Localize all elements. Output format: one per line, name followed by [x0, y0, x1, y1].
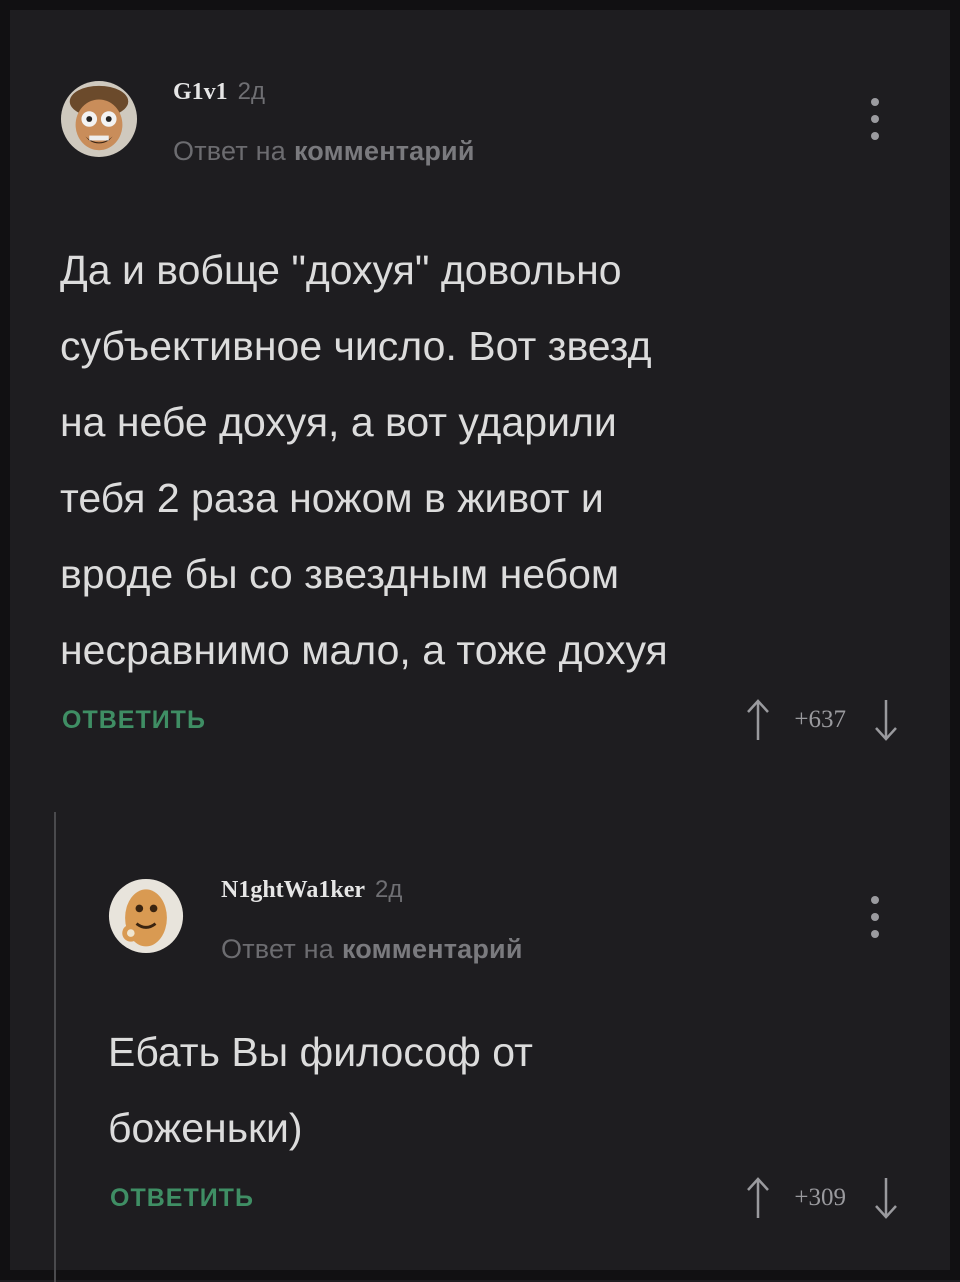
reply-button[interactable]: ОТВЕТИТЬ — [110, 1184, 254, 1213]
vote-controls: +309 — [744, 1176, 900, 1220]
username[interactable]: G1v1 2д — [173, 78, 265, 106]
comment-header: G1v1 2д Ответ на комментарий — [60, 70, 900, 180]
arrow-down-icon[interactable] — [872, 1176, 900, 1220]
reply-to-link[interactable]: комментарий — [294, 136, 475, 166]
reply-button[interactable]: ОТВЕТИТЬ — [62, 706, 206, 735]
comment-header: N1ghtWa1ker 2д Ответ на комментарий — [108, 868, 900, 978]
comment-time: 2д — [237, 78, 266, 105]
reply-to-line: Ответ на комментарий — [221, 934, 523, 965]
comment-text: Да и вобще "дохуя" довольно субъективное… — [60, 247, 668, 673]
username[interactable]: N1ghtWa1ker 2д — [221, 876, 402, 904]
comment-time: 2д — [375, 876, 403, 903]
reply-to-prefix: Ответ на — [173, 136, 286, 166]
comment-footer: ОТВЕТИТЬ +309 — [108, 1172, 900, 1232]
arrow-up-icon[interactable] — [744, 1176, 772, 1220]
username-text[interactable]: N1ghtWa1ker — [221, 877, 365, 903]
username-text[interactable]: G1v1 — [173, 79, 228, 105]
vote-controls: +637 — [744, 698, 900, 742]
user-avatar[interactable] — [60, 80, 138, 158]
arrow-down-icon[interactable] — [872, 698, 900, 742]
comment: G1v1 2д Ответ на комментарий Да и вобще "д… — [60, 70, 900, 754]
reply-to-link[interactable]: комментарий — [342, 934, 523, 964]
thread-line — [54, 812, 56, 1282]
reply-to-line: Ответ на комментарий — [173, 136, 475, 167]
comment-text: Ебать Вы философ от боженьки) — [108, 1029, 533, 1151]
user-avatar[interactable] — [108, 878, 184, 954]
more-vertical-icon[interactable] — [870, 896, 880, 944]
vote-score: +637 — [794, 706, 846, 733]
more-vertical-icon[interactable] — [870, 98, 880, 146]
comment: N1ghtWa1ker 2д Ответ на комментарий Ебать … — [108, 868, 900, 1232]
vote-score: +309 — [794, 1184, 846, 1211]
arrow-up-icon[interactable] — [744, 698, 772, 742]
reply-to-prefix: Ответ на — [221, 934, 334, 964]
comment-footer: ОТВЕТИТЬ +637 — [60, 694, 900, 754]
